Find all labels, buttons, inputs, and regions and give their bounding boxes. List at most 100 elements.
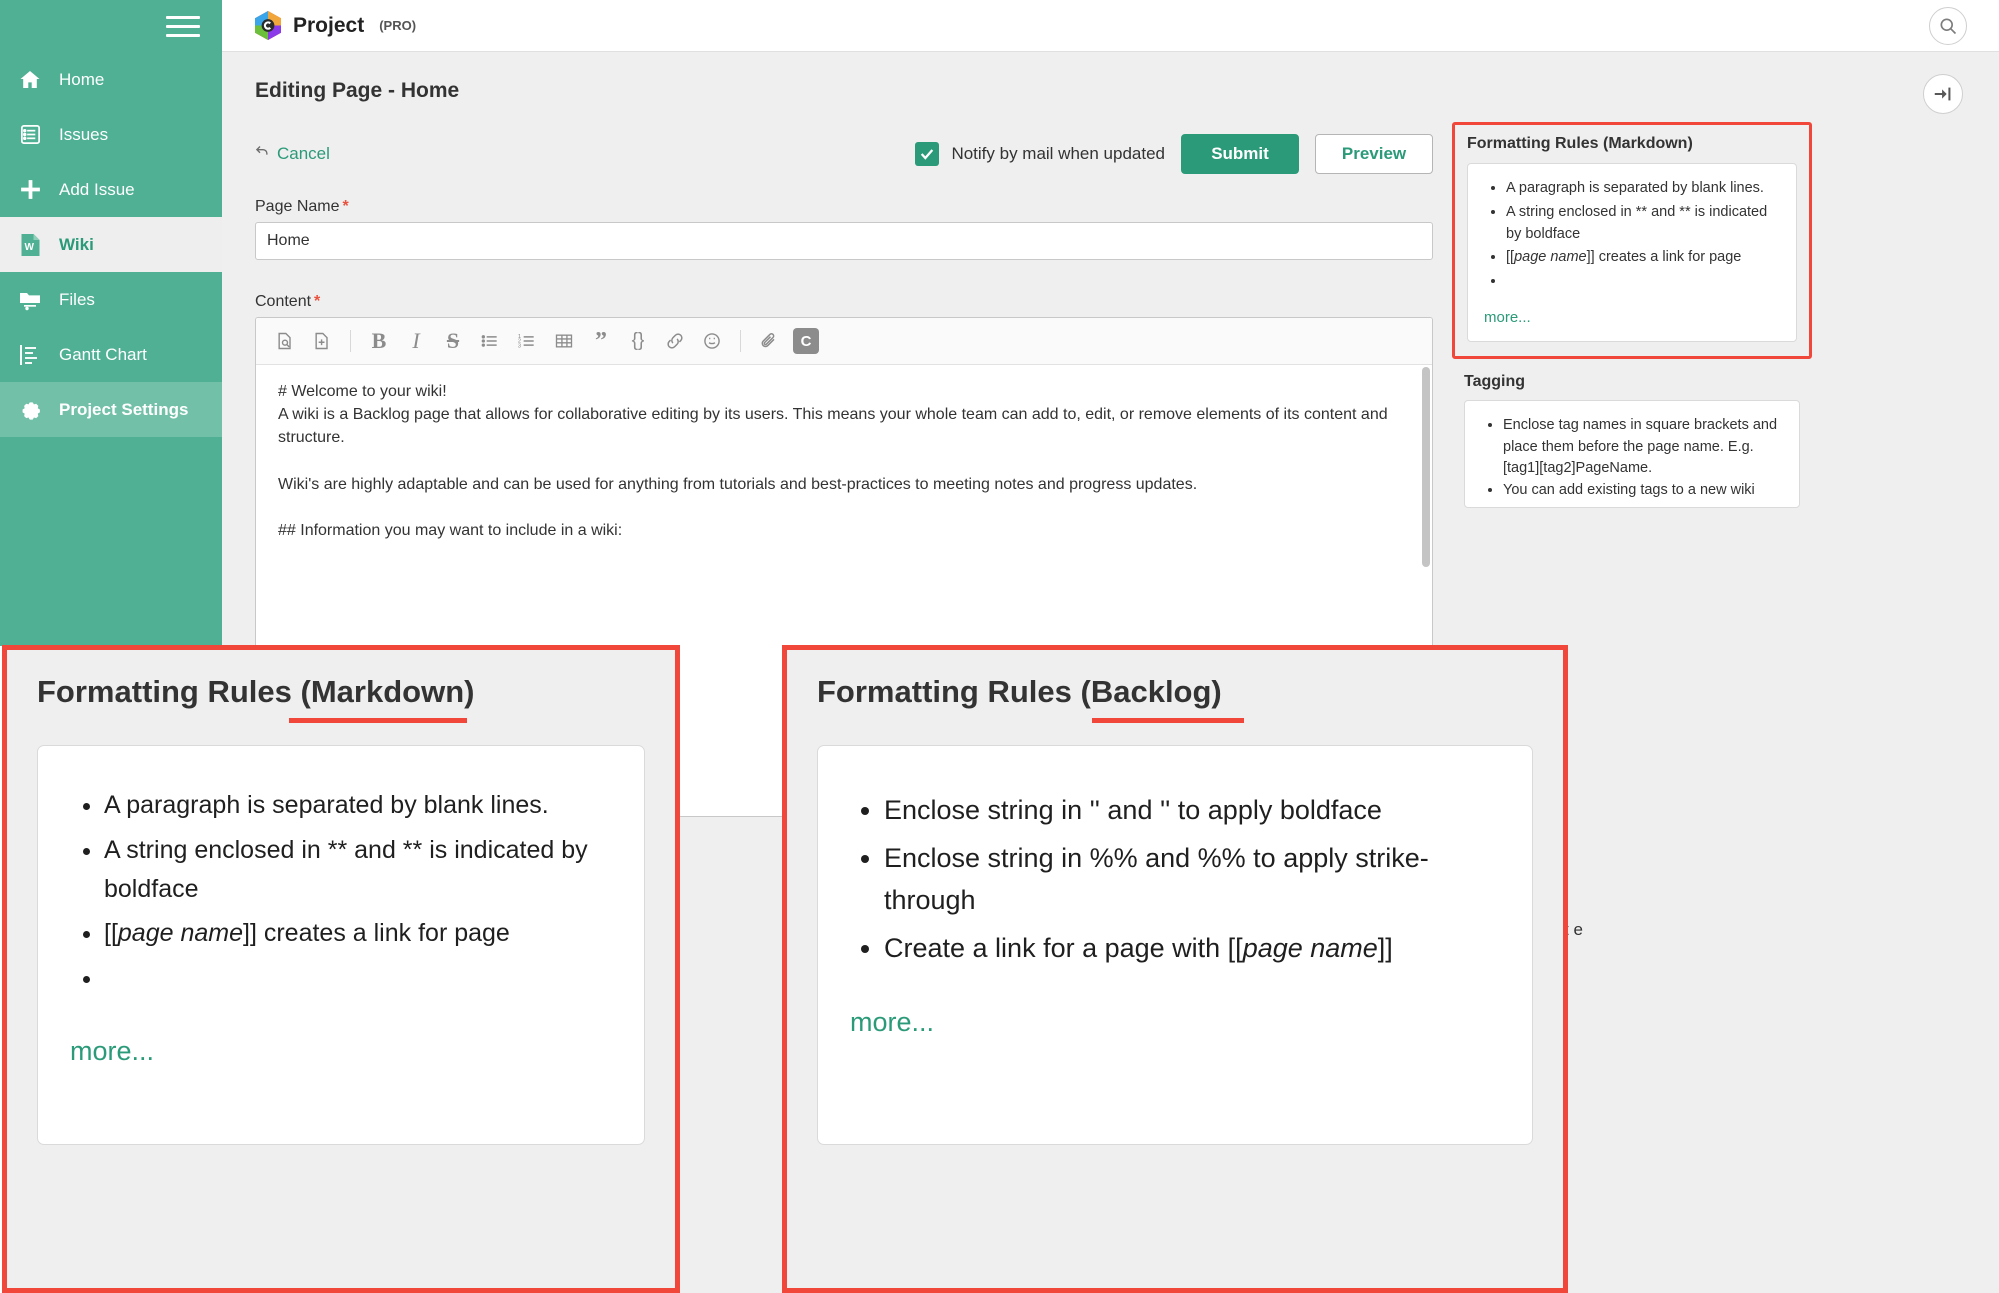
backlog-hex-logo xyxy=(255,11,281,40)
insert-link-page-icon[interactable] xyxy=(268,324,302,358)
page-title: Project xyxy=(293,14,364,38)
top-bar: Project (PRO) xyxy=(222,0,1999,52)
callout-markdown-list: A paragraph is separated by blank lines.… xyxy=(104,786,612,998)
callout-markdown-title: Formatting Rules (Markdown) xyxy=(37,674,474,710)
content-label-text: Content xyxy=(255,293,311,310)
sidebar-item-label: Gantt Chart xyxy=(59,345,147,365)
hamburger-icon[interactable] xyxy=(166,13,200,39)
italic-icon[interactable]: I xyxy=(399,324,433,358)
add-page-icon[interactable] xyxy=(305,324,339,358)
required-asterisk: * xyxy=(343,198,349,215)
markdown-rules-list: A paragraph is separated by blank lines.… xyxy=(1506,178,1780,293)
bulleted-list-icon[interactable] xyxy=(473,324,507,358)
editor-toolbar: B I S 123 ” {} xyxy=(256,318,1432,365)
markdown-rules-card: A paragraph is separated by blank lines.… xyxy=(1467,163,1797,342)
page-name-input[interactable] xyxy=(255,222,1433,260)
title-underline xyxy=(289,718,467,723)
code-block-icon[interactable]: {} xyxy=(621,324,655,358)
list-item: Enclose string in '' and '' to apply bol… xyxy=(884,790,1500,832)
undo-arrow-icon xyxy=(255,144,270,164)
toolbar-divider xyxy=(350,330,351,352)
list-item: You can add existing tags to a new wiki xyxy=(1503,480,1783,502)
callout-markdown-card: A paragraph is separated by blank lines.… xyxy=(37,745,645,1145)
tagging-rules-list: Enclose tag names in square brackets and… xyxy=(1503,415,1783,502)
callout-markdown-more-link[interactable]: more... xyxy=(70,1036,154,1067)
sidebar-header xyxy=(0,0,222,52)
brand[interactable]: Project (PRO) xyxy=(222,11,416,40)
list-item: A string enclosed in ** and ** is indica… xyxy=(1506,202,1780,246)
cancel-button[interactable]: Cancel xyxy=(255,144,330,164)
list-item: [[page name]] creates a link for page xyxy=(104,914,612,953)
list-item: Enclose tag names in square brackets and… xyxy=(1503,415,1783,480)
plan-badge: (PRO) xyxy=(379,18,416,33)
markdown-rules-heading: Formatting Rules (Markdown) xyxy=(1467,135,1797,153)
plus-icon xyxy=(17,177,43,203)
sidebar-item-wiki[interactable]: W Wiki xyxy=(0,217,222,272)
sidebar-item-files[interactable]: Files xyxy=(0,272,222,327)
markdown-more-link[interactable]: more... xyxy=(1484,309,1531,326)
home-icon xyxy=(17,67,43,93)
sidebar-item-label: Home xyxy=(59,70,104,90)
list-item: A paragraph is separated by blank lines. xyxy=(1506,178,1780,200)
callout-backlog-rules: Formatting Rules (Backlog) Enclose strin… xyxy=(782,645,1568,1293)
editing-page-heading: Editing Page - Home xyxy=(222,52,1999,103)
sidebar-item-add-issue[interactable]: Add Issue xyxy=(0,162,222,217)
toolbar-divider xyxy=(740,330,741,352)
svg-text:W: W xyxy=(24,242,34,253)
editor-scrollbar[interactable] xyxy=(1422,367,1430,567)
sidebar: Home Issues Add Issue W Wiki Files xyxy=(0,0,222,646)
arrow-right-to-bar-icon[interactable] xyxy=(1923,74,1963,114)
sidebar-item-label: Wiki xyxy=(59,235,94,255)
checkmark-icon xyxy=(915,142,939,166)
bold-icon[interactable]: B xyxy=(362,324,396,358)
form-actions-row: Cancel Notify by mail when updated Submi… xyxy=(255,132,1433,176)
submit-button[interactable]: Submit xyxy=(1181,134,1299,174)
sidebar-item-label: Add Issue xyxy=(59,180,135,200)
link-icon[interactable] xyxy=(658,324,692,358)
notify-by-mail-checkbox[interactable]: Notify by mail when updated xyxy=(915,142,1165,166)
callout-markdown-rules: Formatting Rules (Markdown) A paragraph … xyxy=(2,645,680,1293)
sidebar-item-label: Issues xyxy=(59,125,108,145)
folder-icon xyxy=(17,287,43,313)
callout-backlog-more-link[interactable]: more... xyxy=(850,1007,934,1038)
quote-icon[interactable]: ” xyxy=(584,324,618,358)
sidebar-item-gantt-chart[interactable]: Gantt Chart xyxy=(0,327,222,382)
attachment-icon[interactable] xyxy=(752,324,786,358)
list-item: A string enclosed in ** and ** is indica… xyxy=(104,831,612,909)
list-item: A paragraph is separated by blank lines. xyxy=(104,786,612,825)
sidebar-item-label: Files xyxy=(59,290,95,310)
sidebar-item-issues[interactable]: Issues xyxy=(0,107,222,162)
backlog-markup-icon[interactable]: C xyxy=(789,324,823,358)
gantt-chart-icon xyxy=(17,342,43,368)
action-buttons: Notify by mail when updated Submit Previ… xyxy=(915,134,1433,174)
notify-label: Notify by mail when updated xyxy=(951,144,1165,164)
emoji-icon[interactable] xyxy=(695,324,729,358)
preview-button[interactable]: Preview xyxy=(1315,134,1433,174)
gear-icon xyxy=(17,397,43,423)
list-item: [[page name]] creates a link for page xyxy=(1506,247,1780,269)
list-item: Create a link for a page with [[page nam… xyxy=(884,928,1500,970)
callout-backlog-title: Formatting Rules (Backlog) xyxy=(817,674,1222,710)
callout-backlog-card: Enclose string in '' and '' to apply bol… xyxy=(817,745,1533,1145)
svg-text:3: 3 xyxy=(518,343,521,349)
list-item xyxy=(1506,271,1780,293)
help-panel: Formatting Rules (Markdown) A paragraph … xyxy=(1452,122,1812,508)
search-icon[interactable] xyxy=(1929,7,1967,45)
sidebar-item-project-settings[interactable]: Project Settings xyxy=(0,382,222,437)
strikethrough-icon[interactable]: S xyxy=(436,324,470,358)
table-icon[interactable] xyxy=(547,324,581,358)
cancel-label: Cancel xyxy=(277,144,330,164)
sidebar-item-home[interactable]: Home xyxy=(0,52,222,107)
tagging-card: Enclose tag names in square brackets and… xyxy=(1464,400,1800,508)
content-textarea[interactable]: # Welcome to your wiki! A wiki is a Back… xyxy=(256,365,1432,557)
content-label: Content* xyxy=(255,293,320,311)
page-name-label: Page Name* xyxy=(255,198,349,216)
numbered-list-icon[interactable]: 123 xyxy=(510,324,544,358)
sidebar-item-label: Project Settings xyxy=(59,400,188,420)
app-root: Home Issues Add Issue W Wiki Files xyxy=(0,0,1999,1293)
list-item xyxy=(104,959,612,998)
list-icon xyxy=(17,122,43,148)
page-name-label-text: Page Name xyxy=(255,198,340,215)
title-underline xyxy=(1092,718,1244,723)
callout-backlog-list: Enclose string in '' and '' to apply bol… xyxy=(884,790,1500,969)
